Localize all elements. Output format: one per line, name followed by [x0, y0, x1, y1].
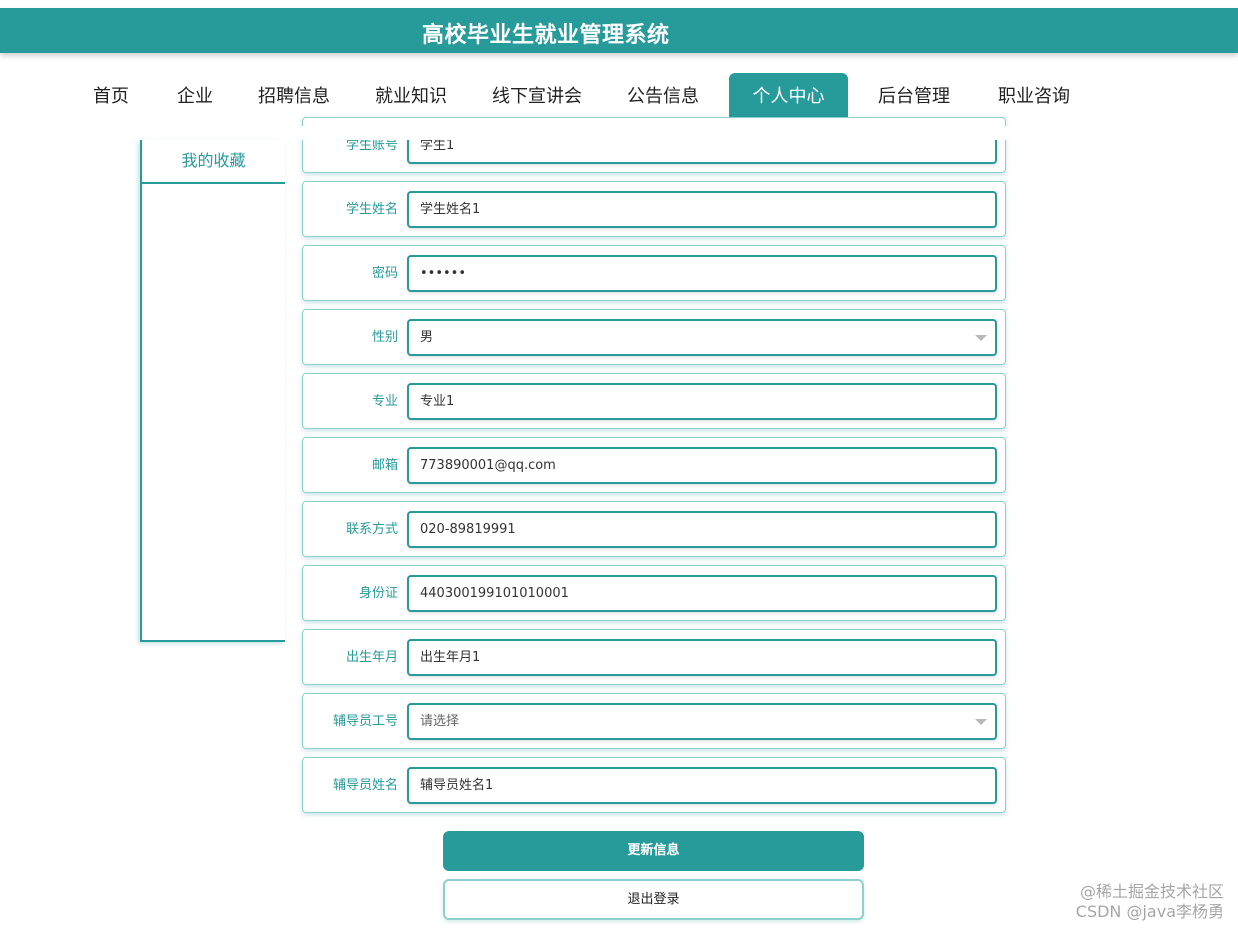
counselor-id-select[interactable]: 请选择 [407, 703, 997, 740]
student-name-input[interactable]: 学生姓名1 [407, 191, 997, 228]
nav-item-personal-center[interactable]: 个人中心 [729, 73, 848, 123]
field-label: 辅导员工号 [332, 714, 398, 729]
form-row-id-card: 身份证 440300199101010001 [302, 565, 1006, 621]
field-label: 身份证 [358, 586, 398, 601]
field-label: 密码 [371, 266, 398, 281]
nav-item-announcements[interactable]: 公告信息 [613, 73, 713, 123]
nav-item-admin[interactable]: 后台管理 [864, 73, 964, 123]
field-label: 专业 [371, 394, 398, 409]
password-input[interactable]: •••••• [407, 255, 997, 292]
gender-select[interactable]: 男 [407, 319, 997, 356]
form-row-email: 邮箱 773890001@qq.com [302, 437, 1006, 493]
counselor-id-select-value: 请选择 [420, 714, 460, 729]
form-row-birth-date: 出生年月 出生年月1 [302, 629, 1006, 685]
chevron-down-icon[interactable] [975, 335, 987, 341]
field-label: 性别 [371, 330, 398, 345]
watermark: @稀土掘金技术社区 CSDN @java李杨勇 [1076, 882, 1224, 922]
form-row-password: 密码 •••••• [302, 245, 1006, 301]
watermark-line-1: @稀土掘金技术社区 [1079, 882, 1224, 901]
side-item-favorites[interactable]: 我的收藏 [142, 140, 285, 184]
nav-item-home[interactable]: 首页 [76, 73, 146, 123]
id-card-input[interactable]: 440300199101010001 [407, 575, 997, 612]
birth-date-input[interactable]: 出生年月1 [407, 639, 997, 676]
phone-input[interactable]: 020-89819991 [407, 511, 997, 548]
logout-button[interactable]: 退出登录 [443, 879, 864, 920]
major-input[interactable]: 专业1 [407, 383, 997, 420]
field-label: 出生年月 [345, 650, 398, 665]
nav-item-consulting[interactable]: 职业咨询 [984, 73, 1084, 123]
app-header: 高校毕业生就业管理系统 [0, 8, 1238, 53]
email-input[interactable]: 773890001@qq.com [407, 447, 997, 484]
field-label: 辅导员姓名 [332, 778, 398, 793]
nav-item-knowledge[interactable]: 就业知识 [361, 73, 461, 123]
form-row-counselor-id: 辅导员工号 请选择 [302, 693, 1006, 749]
form-row-gender: 性别 男 [302, 309, 1006, 365]
form-row-counselor-name: 辅导员姓名 辅导员姓名1 [302, 757, 1006, 813]
app-title: 高校毕业生就业管理系统 [422, 23, 670, 48]
field-label: 学生姓名 [345, 202, 398, 217]
nav-item-jobs[interactable]: 招聘信息 [244, 73, 344, 123]
scroll-mask [290, 126, 1020, 140]
watermark-line-2: CSDN @java李杨勇 [1075, 902, 1224, 921]
chevron-down-icon[interactable] [975, 719, 987, 725]
form-row-phone: 联系方式 020-89819991 [302, 501, 1006, 557]
update-info-button[interactable]: 更新信息 [443, 831, 864, 871]
nav-item-enterprise[interactable]: 企业 [160, 73, 230, 123]
field-label: 邮箱 [371, 458, 398, 473]
gender-select-value: 男 [420, 330, 434, 345]
form-row-major: 专业 专业1 [302, 373, 1006, 429]
form-row-student-name: 学生姓名 学生姓名1 [302, 181, 1006, 237]
side-menu: 我的收藏 [140, 140, 285, 642]
counselor-name-input[interactable]: 辅导员姓名1 [407, 767, 997, 804]
field-label: 联系方式 [345, 522, 398, 537]
nav-item-seminars[interactable]: 线下宣讲会 [476, 73, 598, 123]
